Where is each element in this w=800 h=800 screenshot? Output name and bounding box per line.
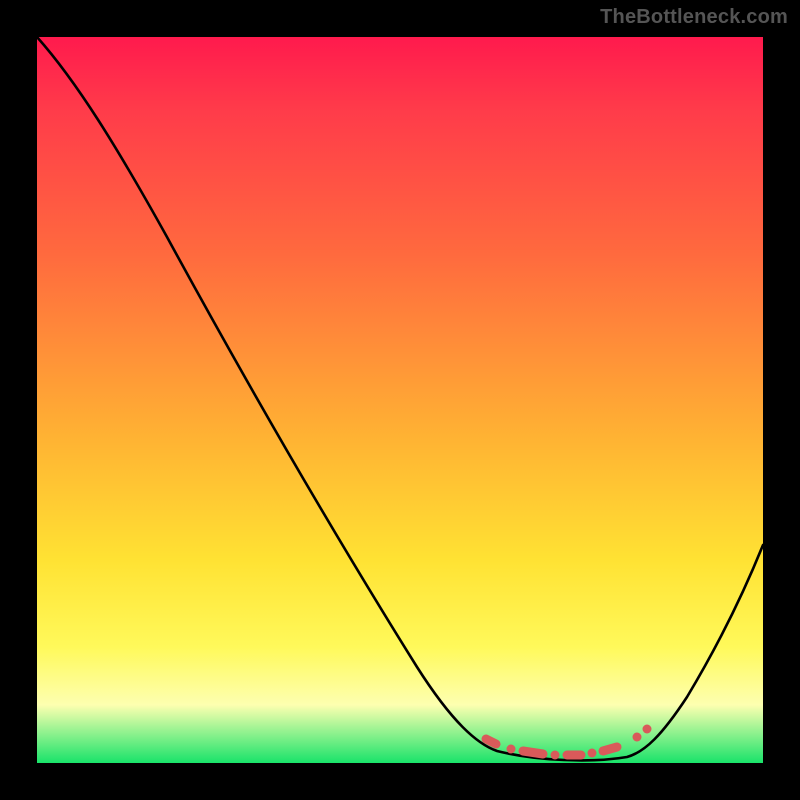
watermark-text: TheBottleneck.com (600, 6, 788, 29)
curve-layer (37, 37, 763, 763)
chart-frame: TheBottleneck.com (0, 0, 800, 800)
bottleneck-curve (37, 37, 763, 760)
